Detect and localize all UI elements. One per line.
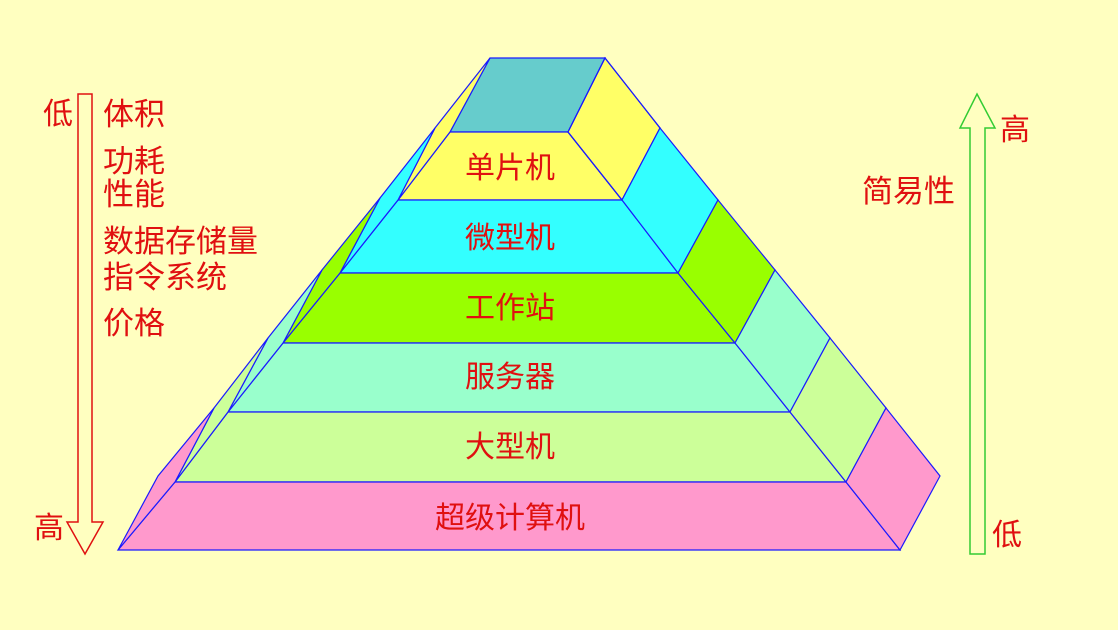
left-scale-top-label: 低	[43, 97, 73, 132]
attribute-simplicity: 简易性	[862, 174, 955, 210]
attribute-storage: 数据存储量	[103, 224, 258, 260]
level-label-mainframe: 大型机	[465, 430, 555, 465]
level-label-server: 服务器	[465, 360, 555, 395]
computer-classification-pyramid: 单片机 微型机 工作站 服务器 大型机 超级计算机 低 高 体积 功耗 性能 数…	[34, 56, 1030, 556]
attribute-volume: 体积	[103, 97, 165, 133]
up-arrow-icon	[958, 92, 997, 555]
down-arrow-icon	[65, 93, 105, 556]
right-scale-top-label: 高	[1000, 113, 1030, 148]
attribute-instruction-set: 指令系统	[103, 260, 227, 296]
level-label-workstation: 工作站	[465, 291, 555, 326]
attribute-price: 价格	[103, 306, 165, 342]
left-scale-bottom-label: 高	[34, 511, 64, 546]
attribute-power: 功耗	[103, 144, 165, 180]
left-attribute-list: 体积 功耗 性能 数据存储量 指令系统 价格	[103, 97, 258, 342]
attribute-performance: 性能	[103, 177, 165, 213]
right-scale-bottom-label: 低	[992, 518, 1022, 553]
level-label-supercomputer: 超级计算机	[435, 501, 585, 536]
diagram-canvas: 单片机 微型机 工作站 服务器 大型机 超级计算机 低 高 体积 功耗 性能 数…	[0, 0, 1118, 630]
level-label-microcomputer: 微型机	[465, 221, 555, 256]
level-label-single-chip: 单片机	[465, 151, 555, 186]
